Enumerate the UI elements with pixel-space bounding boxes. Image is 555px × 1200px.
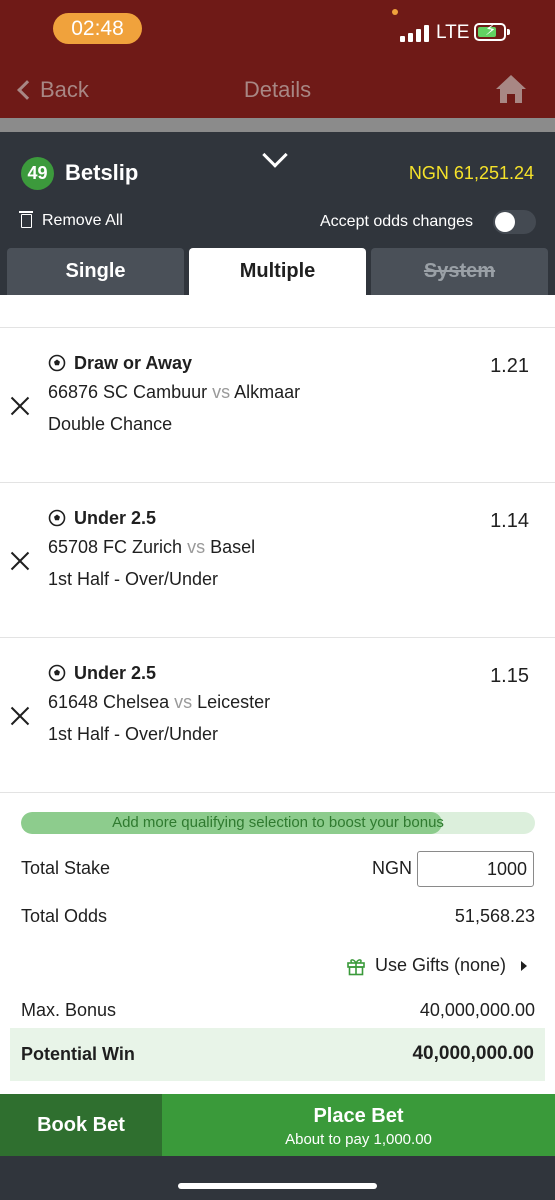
total-stake-row: Total Stake NGN	[21, 851, 535, 887]
soccer-ball-icon	[48, 509, 66, 527]
total-odds-row: Total Odds 51,568.23	[21, 906, 535, 927]
selection-match: 65708 FC Zurich vs Basel	[48, 537, 255, 558]
remove-selection-icon[interactable]	[10, 706, 30, 726]
selection-market: 1st Half - Over/Under	[48, 724, 219, 744]
potential-win-value: 40,000,000.00	[412, 1043, 534, 1064]
list-item: Draw or Away 1.21 66876 SC Cambuur vs Al…	[0, 328, 555, 483]
away-team: Alkmaar	[234, 382, 301, 402]
privacy-indicator-dot	[392, 9, 398, 15]
home-indicator-area	[0, 1156, 555, 1200]
selection-match: 61648 Chelsea vs Leicester	[48, 692, 270, 713]
divider	[0, 118, 555, 132]
potential-win-label: Potential Win	[21, 1044, 135, 1064]
caret-right-icon	[521, 960, 528, 971]
stake-currency: NGN	[372, 858, 412, 878]
tab-system[interactable]: System	[371, 248, 548, 295]
use-gifts-button[interactable]: Use Gifts (none)	[346, 955, 528, 976]
selection-match: 66876 SC Cambuur vs Alkmaar	[48, 382, 300, 403]
chevron-down-icon[interactable]	[262, 142, 288, 168]
soccer-ball-icon	[48, 354, 66, 372]
total-stake-label: Total Stake	[21, 858, 111, 878]
max-bonus-row: Max. Bonus 40,000,000.00	[21, 1000, 535, 1021]
remove-all-label: Remove All	[42, 212, 123, 229]
status-time: 02:48	[53, 13, 142, 44]
accept-odds-toggle[interactable]	[493, 210, 536, 234]
potential-win-row: Potential Win 40,000,000.00	[10, 1028, 545, 1081]
tab-multiple[interactable]: Multiple	[189, 248, 366, 295]
selection-list: Draw or Away 1.21 66876 SC Cambuur vs Al…	[0, 295, 555, 793]
vs-label: vs	[174, 692, 193, 712]
selection-pick: Under 2.5	[74, 663, 157, 683]
tab-single[interactable]: Single	[7, 248, 184, 295]
selection-odds: 1.21	[490, 355, 529, 377]
remove-selection-icon[interactable]	[10, 396, 30, 416]
home-icon[interactable]	[494, 73, 528, 105]
signal-icon	[400, 24, 430, 42]
account-balance: NGN 61,251.24	[408, 163, 534, 183]
about-to-pay-label: About to pay 1,000.00	[285, 1131, 432, 1148]
selection-odds: 1.14	[490, 510, 529, 532]
battery-icon: ⚡	[474, 22, 510, 41]
selection-odds: 1.15	[490, 665, 529, 687]
bonus-progress-bar: Add more qualifying selection to boost y…	[21, 812, 535, 834]
network-type: LTE	[436, 22, 470, 43]
selection-count-badge: 49	[21, 157, 54, 190]
max-bonus-value: 40,000,000.00	[419, 1000, 535, 1020]
place-bet-label: Place Bet	[313, 1105, 404, 1127]
page-title: Details	[243, 77, 312, 102]
vs-label: vs	[212, 382, 231, 402]
toggle-knob	[495, 212, 515, 232]
home-team: 61648 Chelsea	[48, 692, 170, 712]
remove-selection-icon[interactable]	[10, 551, 30, 571]
total-odds-value: 51,568.23	[454, 906, 535, 926]
away-team: Basel	[210, 537, 256, 557]
selection-pick: Under 2.5	[74, 508, 157, 528]
away-team: Leicester	[197, 692, 271, 712]
stake-input[interactable]	[417, 851, 534, 887]
vs-label: vs	[187, 537, 206, 557]
total-odds-label: Total Odds	[21, 906, 108, 926]
bonus-progress-text: Add more qualifying selection to boost y…	[112, 814, 444, 831]
home-team: 65708 FC Zurich	[48, 537, 183, 557]
list-item: Under 2.5 1.15 61648 Chelsea vs Leiceste…	[0, 638, 555, 793]
bet-type-tabs: Single Multiple System	[0, 248, 555, 295]
home-team: 66876 SC Cambuur	[48, 382, 208, 402]
selection-pick: Draw or Away	[74, 353, 193, 373]
list-item: Under 2.5 1.14 65708 FC Zurich vs Basel …	[0, 483, 555, 638]
selection-market: Double Chance	[48, 414, 173, 434]
soccer-ball-icon	[48, 664, 66, 682]
place-bet-button[interactable]: Place Bet About to pay 1,000.00	[162, 1094, 555, 1156]
gift-icon	[347, 958, 365, 975]
trash-icon	[19, 211, 33, 228]
max-bonus-label: Max. Bonus	[21, 1000, 117, 1020]
remove-all-button[interactable]: Remove All	[19, 211, 123, 230]
selection-market: 1st Half - Over/Under	[48, 569, 219, 589]
accept-odds-label: Accept odds changes	[320, 213, 473, 230]
home-indicator[interactable]	[178, 1183, 377, 1189]
use-gifts-label: Use Gifts (none)	[375, 955, 507, 975]
book-bet-button[interactable]: Book Bet	[0, 1094, 162, 1156]
betslip-title: Betslip	[65, 160, 139, 185]
top-bar: 02:48 LTE ⚡ Back Details	[0, 0, 555, 118]
